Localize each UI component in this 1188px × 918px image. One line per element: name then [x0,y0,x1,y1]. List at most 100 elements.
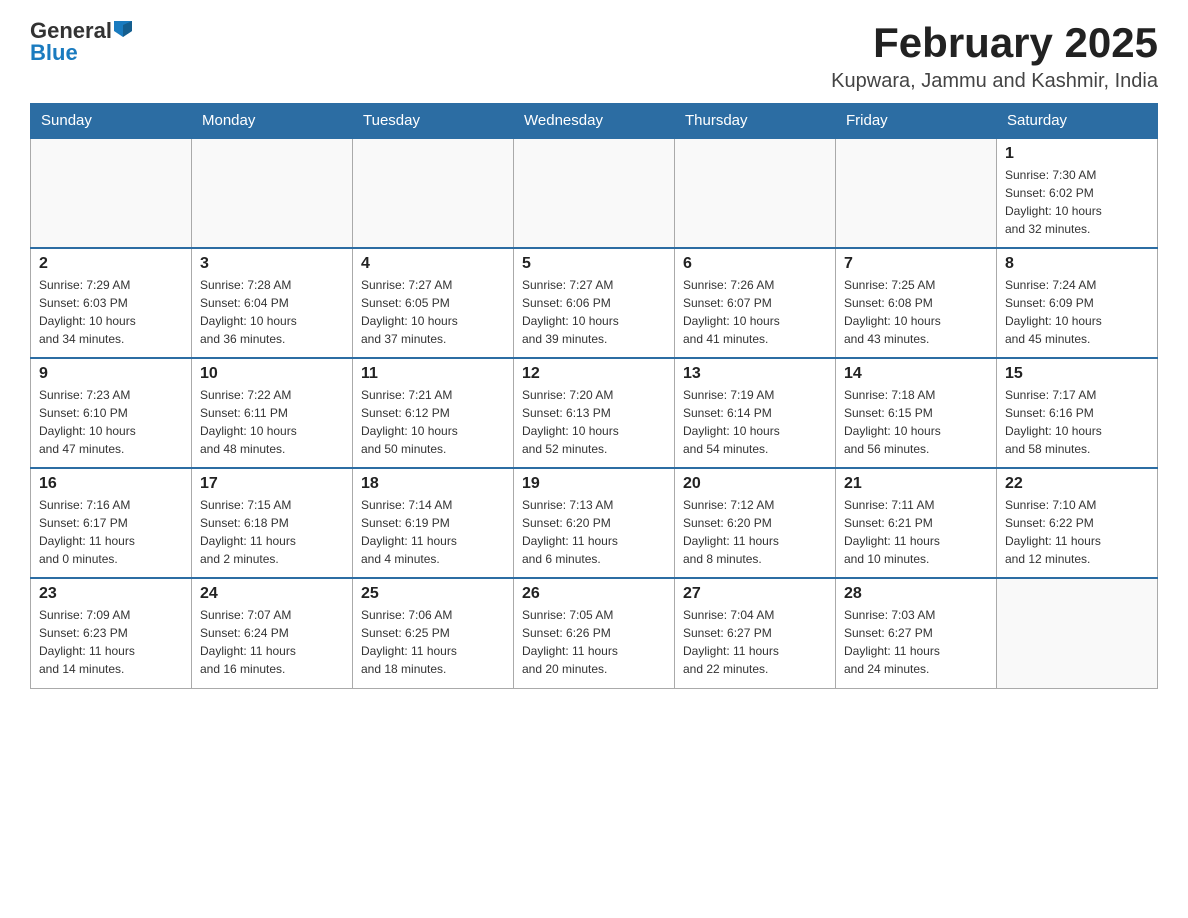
calendar-cell [836,138,997,248]
day-number: 7 [844,255,988,273]
day-info: Sunrise: 7:09 AM Sunset: 6:23 PM Dayligh… [39,606,183,678]
week-row-1: 1Sunrise: 7:30 AM Sunset: 6:02 PM Daylig… [31,138,1158,248]
day-info: Sunrise: 7:04 AM Sunset: 6:27 PM Dayligh… [683,606,827,678]
day-number: 15 [1005,365,1149,383]
day-info: Sunrise: 7:11 AM Sunset: 6:21 PM Dayligh… [844,496,988,568]
day-number: 11 [361,365,505,383]
calendar-cell: 14Sunrise: 7:18 AM Sunset: 6:15 PM Dayli… [836,358,997,468]
calendar-cell [514,138,675,248]
calendar-table: Sunday Monday Tuesday Wednesday Thursday… [30,103,1158,689]
calendar-cell: 11 Sunrise: 7:21 AM Sunset: 6:12 PM Dayli… [353,358,514,468]
page-header: General Blue February 2025 Kupwara, Jamm… [30,20,1158,93]
day-info: Sunrise: 7:25 AM Sunset: 6:08 PM Dayligh… [844,276,988,348]
day-number: 18 [361,475,505,493]
day-number: 24 [200,585,344,603]
day-info: Sunrise: 7:18 AM Sunset: 6:15 PM Dayligh… [844,386,988,458]
calendar-cell: 22 Sunrise: 7:10 AM Sunset: 6:22 PM Dayli… [997,468,1158,578]
month-title: February 2025 [831,20,1158,66]
day-number: 3 [200,255,344,273]
calendar-cell: 15 Sunrise: 7:17 AM Sunset: 6:16 PM Dayli… [997,358,1158,468]
day-info: Sunrise: 7:16 AM Sunset: 6:17 PM Dayligh… [39,496,183,568]
col-tuesday: Tuesday [353,104,514,139]
week-row-2: 2 Sunrise: 7:29 AM Sunset: 6:03 PM Daylig… [31,248,1158,358]
calendar-cell [353,138,514,248]
day-number: 21 [844,475,988,493]
calendar-cell: 2 Sunrise: 7:29 AM Sunset: 6:03 PM Daylig… [31,248,192,358]
day-number: 16 [39,475,183,493]
calendar-cell: 5Sunrise: 7:27 AM Sunset: 6:06 PM Daylig… [514,248,675,358]
calendar-cell: 8 Sunrise: 7:24 AM Sunset: 6:09 PM Daylig… [997,248,1158,358]
calendar-cell: 26 Sunrise: 7:05 AM Sunset: 6:26 PM Dayli… [514,578,675,688]
calendar-cell: 12 Sunrise: 7:20 AM Sunset: 6:13 PM Dayli… [514,358,675,468]
day-number: 28 [844,585,988,603]
calendar-cell: 21 Sunrise: 7:11 AM Sunset: 6:21 PM Dayli… [836,468,997,578]
calendar-cell: 10Sunrise: 7:22 AM Sunset: 6:11 PM Dayli… [192,358,353,468]
day-info: Sunrise: 7:30 AM Sunset: 6:02 PM Dayligh… [1005,166,1149,238]
day-info: Sunrise: 7:07 AM Sunset: 6:24 PM Dayligh… [200,606,344,678]
title-section: February 2025 Kupwara, Jammu and Kashmir… [831,20,1158,93]
day-info: Sunrise: 7:24 AM Sunset: 6:09 PM Dayligh… [1005,276,1149,348]
col-sunday: Sunday [31,104,192,139]
day-info: Sunrise: 7:12 AM Sunset: 6:20 PM Dayligh… [683,496,827,568]
calendar-cell: 19 Sunrise: 7:13 AM Sunset: 6:20 PM Dayli… [514,468,675,578]
day-info: Sunrise: 7:03 AM Sunset: 6:27 PM Dayligh… [844,606,988,678]
day-number: 17 [200,475,344,493]
day-info: Sunrise: 7:05 AM Sunset: 6:26 PM Dayligh… [522,606,666,678]
col-saturday: Saturday [997,104,1158,139]
calendar-cell: 25Sunrise: 7:06 AM Sunset: 6:25 PM Dayli… [353,578,514,688]
calendar-cell: 3Sunrise: 7:28 AM Sunset: 6:04 PM Daylig… [192,248,353,358]
logo-arrow-icon [114,21,132,42]
day-info: Sunrise: 7:20 AM Sunset: 6:13 PM Dayligh… [522,386,666,458]
day-number: 9 [39,365,183,383]
day-number: 12 [522,365,666,383]
day-info: Sunrise: 7:27 AM Sunset: 6:05 PM Dayligh… [361,276,505,348]
day-number: 25 [361,585,505,603]
location-title: Kupwara, Jammu and Kashmir, India [831,70,1158,93]
logo-blue-text: Blue [30,42,78,64]
week-row-3: 9 Sunrise: 7:23 AM Sunset: 6:10 PM Daylig… [31,358,1158,468]
day-info: Sunrise: 7:21 AM Sunset: 6:12 PM Dayligh… [361,386,505,458]
day-number: 13 [683,365,827,383]
day-number: 23 [39,585,183,603]
calendar-cell: 18Sunrise: 7:14 AM Sunset: 6:19 PM Dayli… [353,468,514,578]
day-number: 22 [1005,475,1149,493]
day-number: 2 [39,255,183,273]
calendar-cell: 16 Sunrise: 7:16 AM Sunset: 6:17 PM Dayli… [31,468,192,578]
calendar-cell [31,138,192,248]
day-info: Sunrise: 7:23 AM Sunset: 6:10 PM Dayligh… [39,386,183,458]
day-number: 19 [522,475,666,493]
calendar-cell [997,578,1158,688]
calendar-cell: 28 Sunrise: 7:03 AM Sunset: 6:27 PM Dayli… [836,578,997,688]
day-info: Sunrise: 7:15 AM Sunset: 6:18 PM Dayligh… [200,496,344,568]
calendar-cell: 27 Sunrise: 7:04 AM Sunset: 6:27 PM Dayli… [675,578,836,688]
day-number: 4 [361,255,505,273]
day-info: Sunrise: 7:19 AM Sunset: 6:14 PM Dayligh… [683,386,827,458]
day-info: Sunrise: 7:29 AM Sunset: 6:03 PM Dayligh… [39,276,183,348]
col-monday: Monday [192,104,353,139]
calendar-cell: 23 Sunrise: 7:09 AM Sunset: 6:23 PM Dayli… [31,578,192,688]
day-number: 26 [522,585,666,603]
calendar-cell: 13 Sunrise: 7:19 AM Sunset: 6:14 PM Dayli… [675,358,836,468]
calendar-cell [192,138,353,248]
logo-general-text: General [30,20,112,42]
col-wednesday: Wednesday [514,104,675,139]
calendar-cell [675,138,836,248]
calendar-cell: 7 Sunrise: 7:25 AM Sunset: 6:08 PM Daylig… [836,248,997,358]
week-row-4: 16 Sunrise: 7:16 AM Sunset: 6:17 PM Dayli… [31,468,1158,578]
day-info: Sunrise: 7:13 AM Sunset: 6:20 PM Dayligh… [522,496,666,568]
logo: General Blue [30,20,132,64]
day-number: 10 [200,365,344,383]
col-thursday: Thursday [675,104,836,139]
calendar-cell: 17 Sunrise: 7:15 AM Sunset: 6:18 PM Dayli… [192,468,353,578]
day-number: 20 [683,475,827,493]
day-number: 8 [1005,255,1149,273]
day-info: Sunrise: 7:10 AM Sunset: 6:22 PM Dayligh… [1005,496,1149,568]
calendar-cell: 20 Sunrise: 7:12 AM Sunset: 6:20 PM Dayli… [675,468,836,578]
calendar-cell: 6Sunrise: 7:26 AM Sunset: 6:07 PM Daylig… [675,248,836,358]
day-number: 27 [683,585,827,603]
day-info: Sunrise: 7:26 AM Sunset: 6:07 PM Dayligh… [683,276,827,348]
calendar-header-row: Sunday Monday Tuesday Wednesday Thursday… [31,104,1158,139]
calendar-cell: 9 Sunrise: 7:23 AM Sunset: 6:10 PM Daylig… [31,358,192,468]
day-number: 5 [522,255,666,273]
day-info: Sunrise: 7:17 AM Sunset: 6:16 PM Dayligh… [1005,386,1149,458]
